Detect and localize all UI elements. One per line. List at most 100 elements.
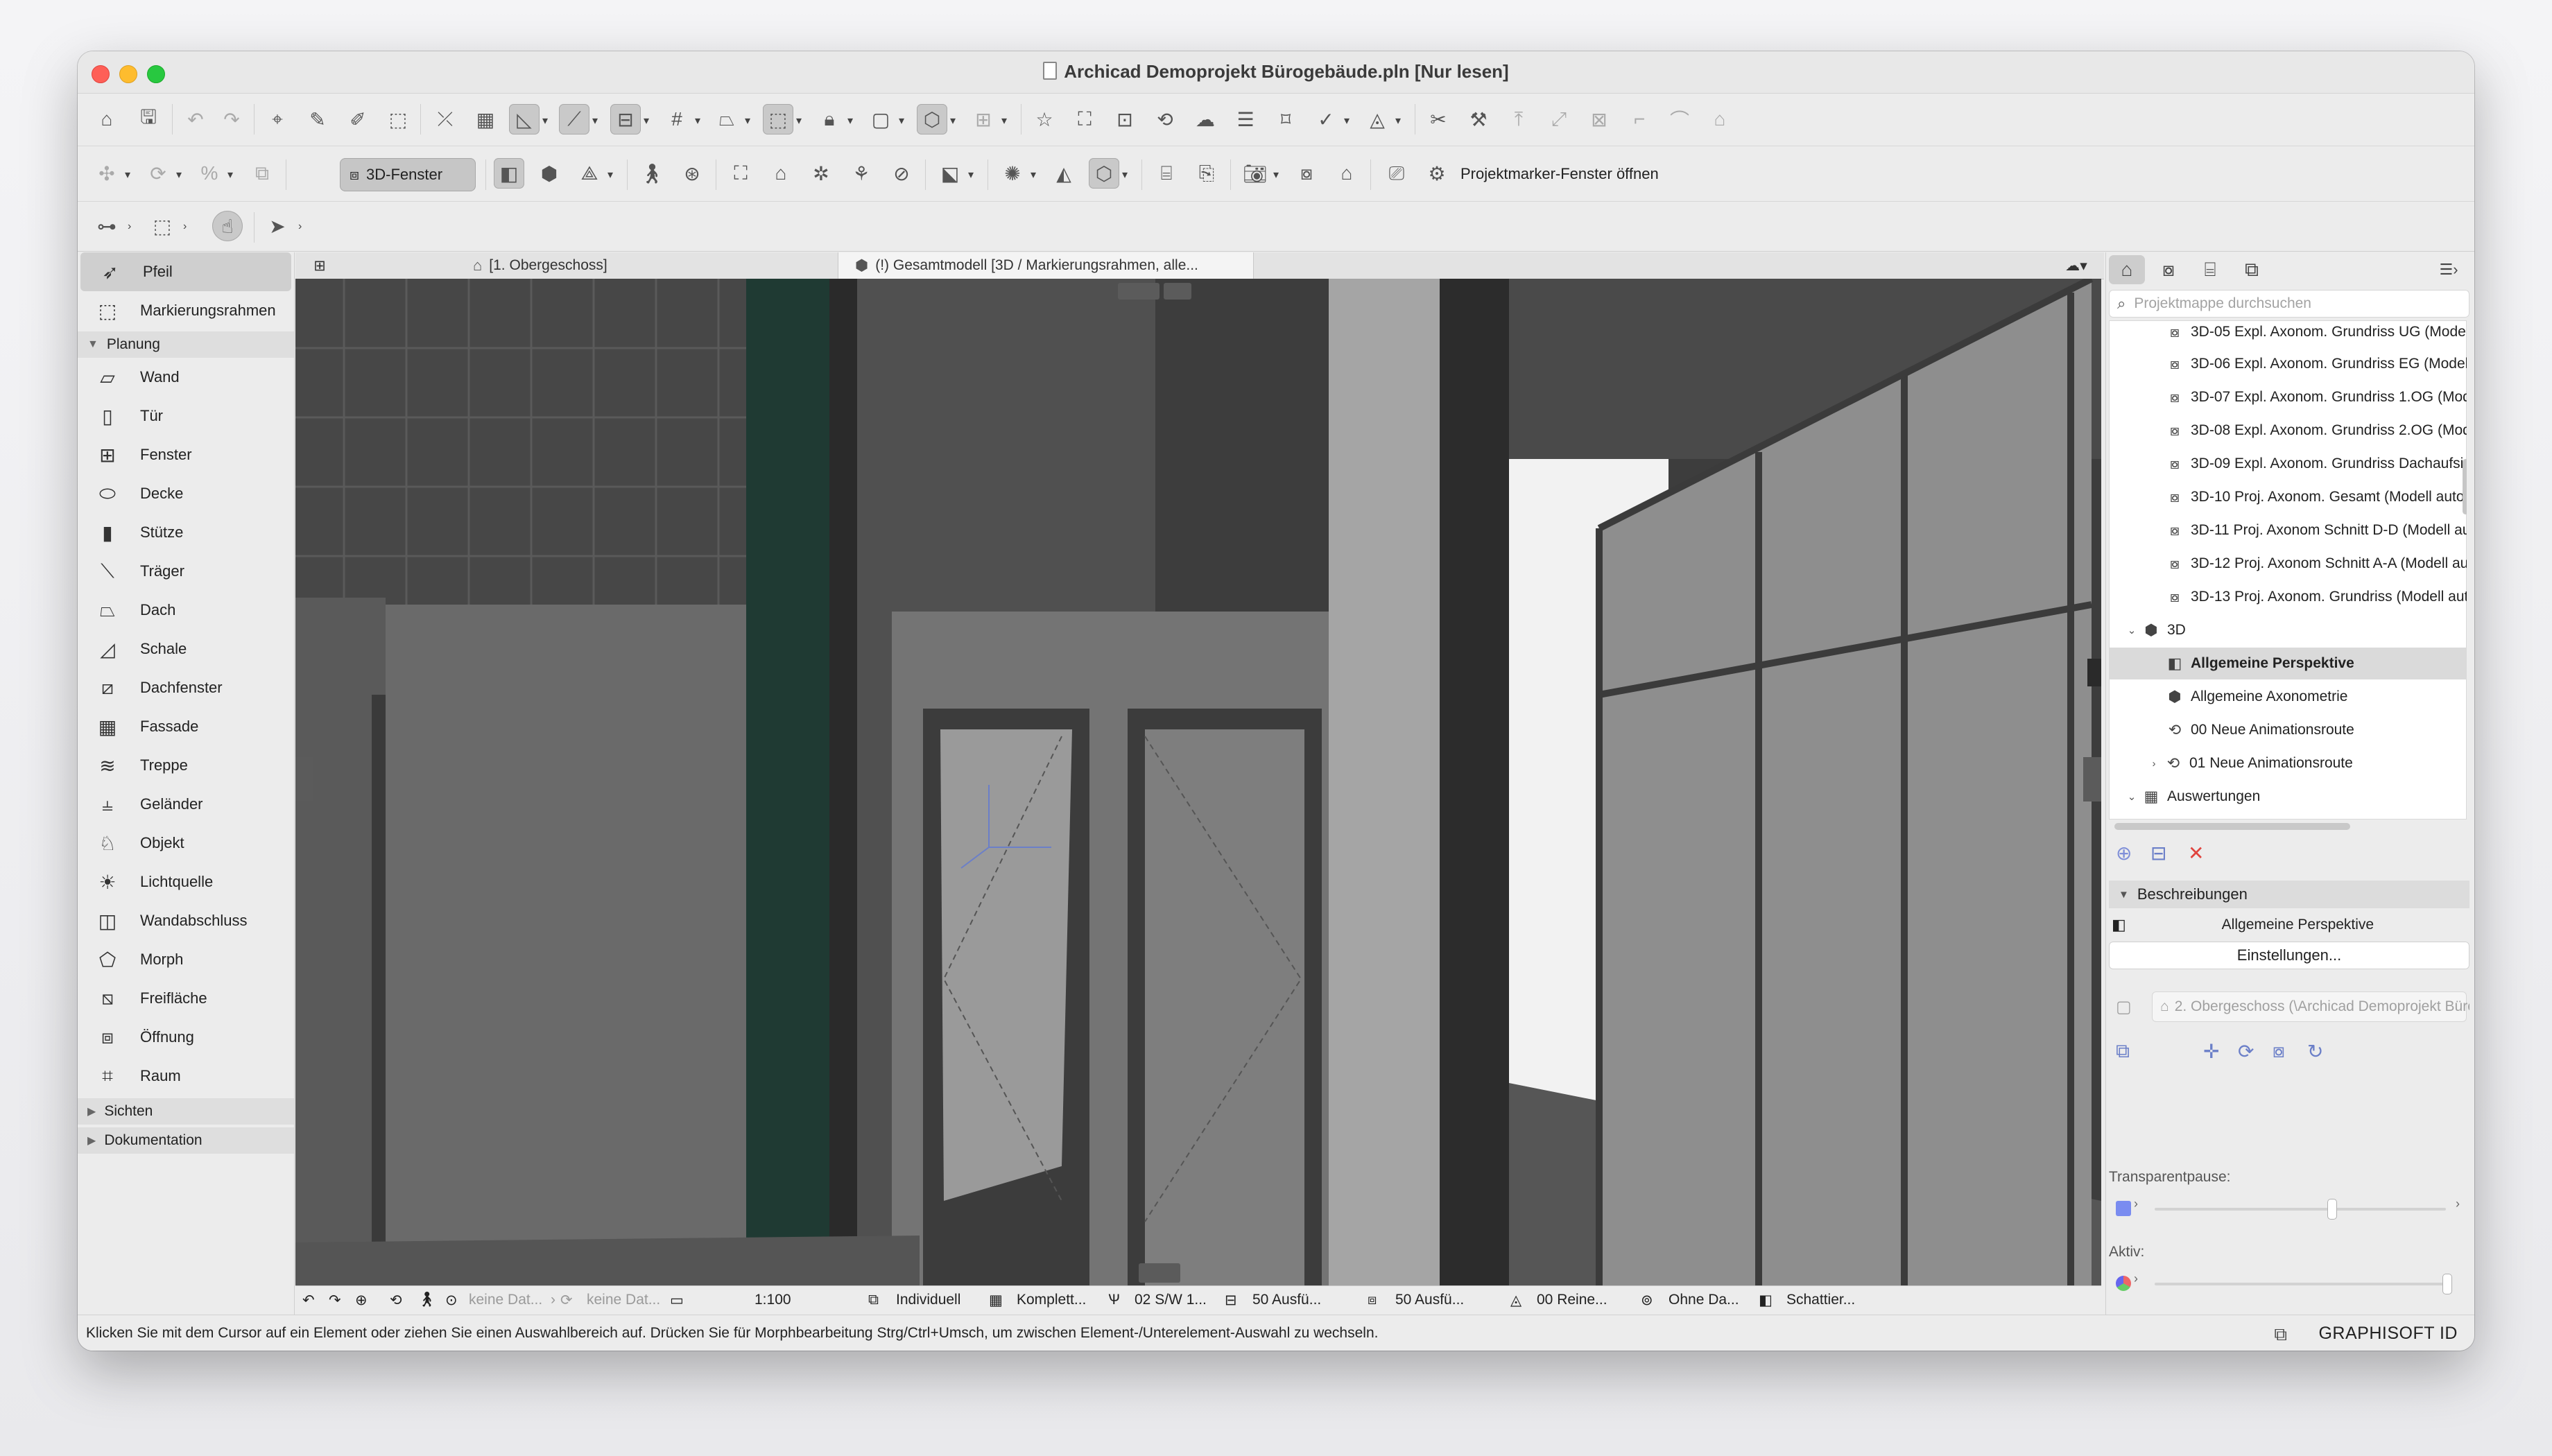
undo-icon[interactable]: ↶ — [180, 104, 211, 135]
cube-icon[interactable]: ⬢ — [534, 158, 564, 189]
photo-render-icon[interactable]: ⧇ — [1291, 158, 1322, 189]
elevate-icon[interactable]: ⤒ — [1503, 104, 1534, 135]
lock-icon[interactable]: 🔒︎ — [814, 104, 845, 135]
star-icon[interactable]: ☆ — [1029, 104, 1060, 135]
list-item[interactable]: ⧇ 3D-13 Proj. Axonom. Grundriss (Modell a… — [2109, 581, 2467, 613]
source-path-field[interactable]: ⌂ 2. Obergeschoss (\Archicad Demoprojekt… — [2152, 991, 2469, 1022]
window-layout-icon[interactable]: ⧉ — [2274, 1324, 2287, 1346]
chevron-down-icon[interactable]: ▾ — [125, 168, 130, 182]
tool-oeffnung[interactable]: ⧈ Öffnung — [78, 1018, 294, 1057]
chevron-down-icon[interactable]: ▾ — [950, 114, 956, 128]
tool-markierungsrahmen[interactable]: ⬚ Markierungsrahmen — [78, 291, 294, 330]
project-map-search[interactable]: ⌕ Projektmappe durchsuchen — [2109, 290, 2469, 318]
tool-tuer[interactable]: ▯ Tür — [78, 397, 294, 435]
tag-icon[interactable]: ⌑ — [1270, 104, 1301, 135]
stair-maker-icon[interactable]: ⌸ — [1151, 158, 1182, 189]
orbit-view-icon[interactable]: ⟲ — [390, 1292, 402, 1309]
chevron-down-icon[interactable]: ▾ — [592, 114, 598, 128]
chevron-down-icon[interactable]: ▾ — [1344, 114, 1350, 128]
cloud-icon[interactable]: ☁ — [1190, 104, 1221, 135]
tool-stuetze[interactable]: ▮ Stütze — [78, 513, 294, 552]
transparency-slider[interactable] — [2155, 1199, 2446, 1219]
hammer-icon[interactable]: ⚒ — [1463, 104, 1494, 135]
structure-display-selector[interactable]: 50 Ausfü... — [1395, 1292, 1464, 1308]
chevron-right-icon[interactable]: › — [551, 1292, 555, 1308]
cutting-plane-icon[interactable]: ⊘ — [886, 158, 917, 189]
check-filter-icon[interactable]: ✓ — [1311, 104, 1341, 135]
tool-objekt[interactable]: ♘ Objekt — [78, 824, 294, 863]
tool-decke[interactable]: ⬭ Decke — [78, 474, 294, 513]
tool-lichtquelle[interactable]: ☀ Lichtquelle — [78, 863, 294, 901]
marquee-chain-icon[interactable]: ⬚ — [147, 211, 178, 241]
vertical-scrollbar[interactable] — [2463, 459, 2467, 514]
dimension-selector[interactable]: Ohne Da... — [1669, 1292, 1739, 1308]
find-select-icon[interactable]: ⌖ — [262, 104, 293, 135]
3d-cutaway-icon[interactable]: ◧ — [494, 158, 524, 189]
pen-set-selector[interactable]: 02 S/W 1... — [1135, 1292, 1207, 1308]
chevron-down-icon[interactable]: ▾ — [1273, 168, 1279, 182]
fit-zoom-icon[interactable]: ⊙ — [445, 1292, 458, 1309]
group-dokumentation[interactable]: ▶ Dokumentation — [78, 1127, 294, 1154]
move-icon[interactable]: ✣ — [92, 158, 122, 189]
rotate-link-icon[interactable]: ⟲ — [1150, 104, 1180, 135]
home-icon[interactable]: ⌂ — [92, 104, 122, 135]
chevron-down-icon[interactable]: ▾ — [227, 168, 233, 182]
zoom-section-icon[interactable]: ⌂ — [766, 158, 796, 189]
magic-wand-icon[interactable]: ⬚ — [383, 104, 413, 135]
save-icon[interactable]: 🖫 — [133, 104, 164, 135]
tool-freiflaeche[interactable]: ⧅ Freifläche — [78, 979, 294, 1018]
chevron-down-icon[interactable]: ▾ — [176, 168, 182, 182]
chevron-down-icon[interactable]: ▾ — [745, 114, 750, 128]
magic-touch-icon[interactable]: ☝ — [212, 211, 243, 241]
grid-icon[interactable]: # — [662, 104, 692, 135]
active-slider[interactable] — [2155, 1274, 2451, 1294]
tool-treppe[interactable]: ≋ Treppe — [78, 746, 294, 785]
3d-window-button[interactable]: ⧈ 3D-Fenster — [340, 158, 476, 191]
projektmarker-button[interactable]: Projektmarker-Fenster öffnen — [1460, 165, 1659, 183]
link-view-icon[interactable]: ⧇ — [2273, 1040, 2285, 1063]
curve-icon[interactable]: ⌒ — [1664, 104, 1695, 135]
pet-palette-icon[interactable]: ⎘ — [1191, 158, 1222, 189]
cross-icon[interactable]: ⤫ — [430, 104, 460, 135]
chevron-right-icon[interactable]: › — [2134, 1197, 2138, 1211]
group-sichten[interactable]: ▶ Sichten — [78, 1098, 294, 1125]
chevron-right-icon[interactable]: › — [183, 220, 187, 233]
suspend-groups-icon[interactable]: ⬡ — [917, 104, 947, 135]
grid-snap-icon[interactable]: ▦ — [470, 104, 501, 135]
view-map-icon[interactable]: ⧇ — [2150, 255, 2187, 284]
tab-3d-model[interactable]: ⬢ (!) Gesamtmodell [3D / Markierungsrahme… — [838, 252, 1254, 279]
zoom-icon[interactable]: ⊕ — [355, 1292, 368, 1309]
tool-dach[interactable]: ⏢ Dach — [78, 591, 294, 630]
walk-icon[interactable]: 🚶︎ — [637, 158, 667, 189]
tab-floor-plan[interactable]: ⌂ [1. Obergeschoss] — [466, 252, 813, 279]
dimension-icon[interactable]: ⊟ — [610, 104, 641, 135]
model-view-selector[interactable]: Komplett... — [1017, 1292, 1086, 1308]
chevron-right-icon[interactable]: › — [2456, 1197, 2460, 1211]
trace-color-swatch[interactable] — [2116, 1201, 2131, 1216]
percent-icon[interactable]: % — [194, 158, 225, 189]
dimension-chain-icon[interactable]: ⊶ — [92, 211, 122, 241]
orbit-icon[interactable]: ⊛ — [677, 158, 707, 189]
chevron-down-icon[interactable]: ▾ — [695, 114, 700, 128]
group-icon[interactable]: ▢ — [865, 104, 896, 135]
chevron-down-icon[interactable]: ▾ — [542, 114, 548, 128]
list-item[interactable]: › ⟲ 01 Neue Animationsroute — [2109, 747, 2467, 779]
hidden-line-icon[interactable]: ⬡ — [1089, 158, 1119, 189]
3d-viewport[interactable] — [295, 279, 2101, 1285]
navigator-menu-icon[interactable]: ☰› — [2428, 255, 2469, 284]
chevron-down-icon[interactable]: ▾ — [607, 168, 613, 182]
corner-icon[interactable]: ⌐ — [1624, 104, 1655, 135]
layer-combination-selector[interactable]: Individuell — [896, 1292, 960, 1308]
mesh-icon[interactable]: ⛶ — [1069, 104, 1100, 135]
chevron-down-icon[interactable]: ▾ — [1031, 168, 1036, 182]
list-item[interactable]: ⧇ 3D-07 Expl. Axonom. Grundriss 1.OG (Mod… — [2109, 381, 2467, 413]
project-map-icon[interactable]: ⌂ — [2109, 255, 2145, 284]
picture-icon[interactable]: ⊡ — [1110, 104, 1140, 135]
folder-3d[interactable]: ⌄ ⬢ 3D — [2109, 614, 2467, 646]
fit-view-icon[interactable]: ✛ — [2203, 1040, 2219, 1063]
3d-style-selector[interactable]: Schattier... — [1786, 1292, 1855, 1308]
tool-schale[interactable]: ◿ Schale — [78, 630, 294, 668]
tool-dachfenster[interactable]: ⧄ Dachfenster — [78, 668, 294, 707]
video-camera-icon[interactable]: ⎚ — [1381, 158, 1412, 189]
arrange-icon[interactable]: ⊞ — [968, 104, 999, 135]
